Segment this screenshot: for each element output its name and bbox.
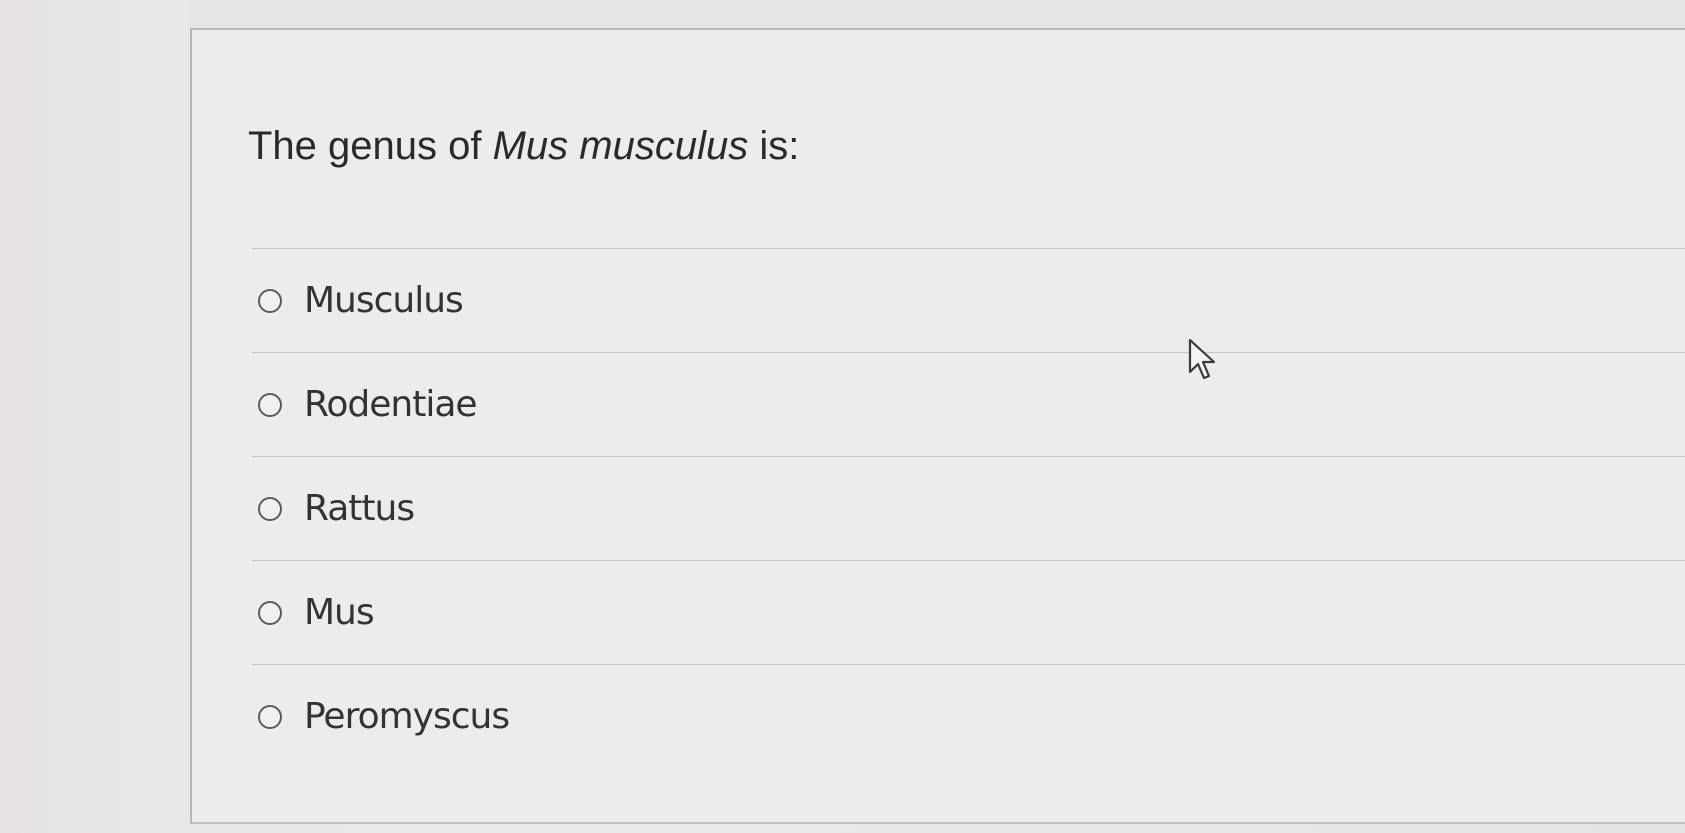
question-card: The genus of Mus musculus is: Musculus R… bbox=[190, 28, 1685, 824]
mouse-pointer-icon bbox=[1188, 338, 1216, 380]
question-prompt: The genus of Mus musculus is: bbox=[248, 122, 799, 170]
choice-option-musculus[interactable]: Musculus bbox=[252, 248, 1685, 352]
question-species: Mus musculus bbox=[492, 124, 749, 168]
answer-choices: Musculus Rodentiae Rattus Mus Peromyscus bbox=[252, 248, 1685, 768]
choice-label[interactable]: Peromyscus bbox=[304, 696, 510, 737]
choice-label[interactable]: Rodentiae bbox=[304, 384, 478, 425]
radio-button-icon[interactable] bbox=[258, 392, 282, 417]
choice-option-rodentiae[interactable]: Rodentiae bbox=[252, 352, 1685, 456]
choice-option-peromyscus[interactable]: Peromyscus bbox=[252, 664, 1685, 768]
radio-button-icon[interactable] bbox=[258, 496, 282, 521]
choice-option-rattus[interactable]: Rattus bbox=[252, 456, 1685, 560]
radio-button-icon[interactable] bbox=[258, 288, 282, 313]
choice-label[interactable]: Rattus bbox=[304, 488, 415, 529]
radio-button-icon[interactable] bbox=[258, 704, 282, 729]
question-prefix: The genus of bbox=[248, 124, 493, 168]
choice-option-mus[interactable]: Mus bbox=[252, 560, 1685, 664]
question-suffix: is: bbox=[748, 124, 800, 168]
choice-label[interactable]: Musculus bbox=[304, 280, 464, 321]
choice-label[interactable]: Mus bbox=[304, 592, 375, 633]
top-strip bbox=[190, 0, 1685, 28]
radio-button-icon[interactable] bbox=[258, 600, 282, 625]
